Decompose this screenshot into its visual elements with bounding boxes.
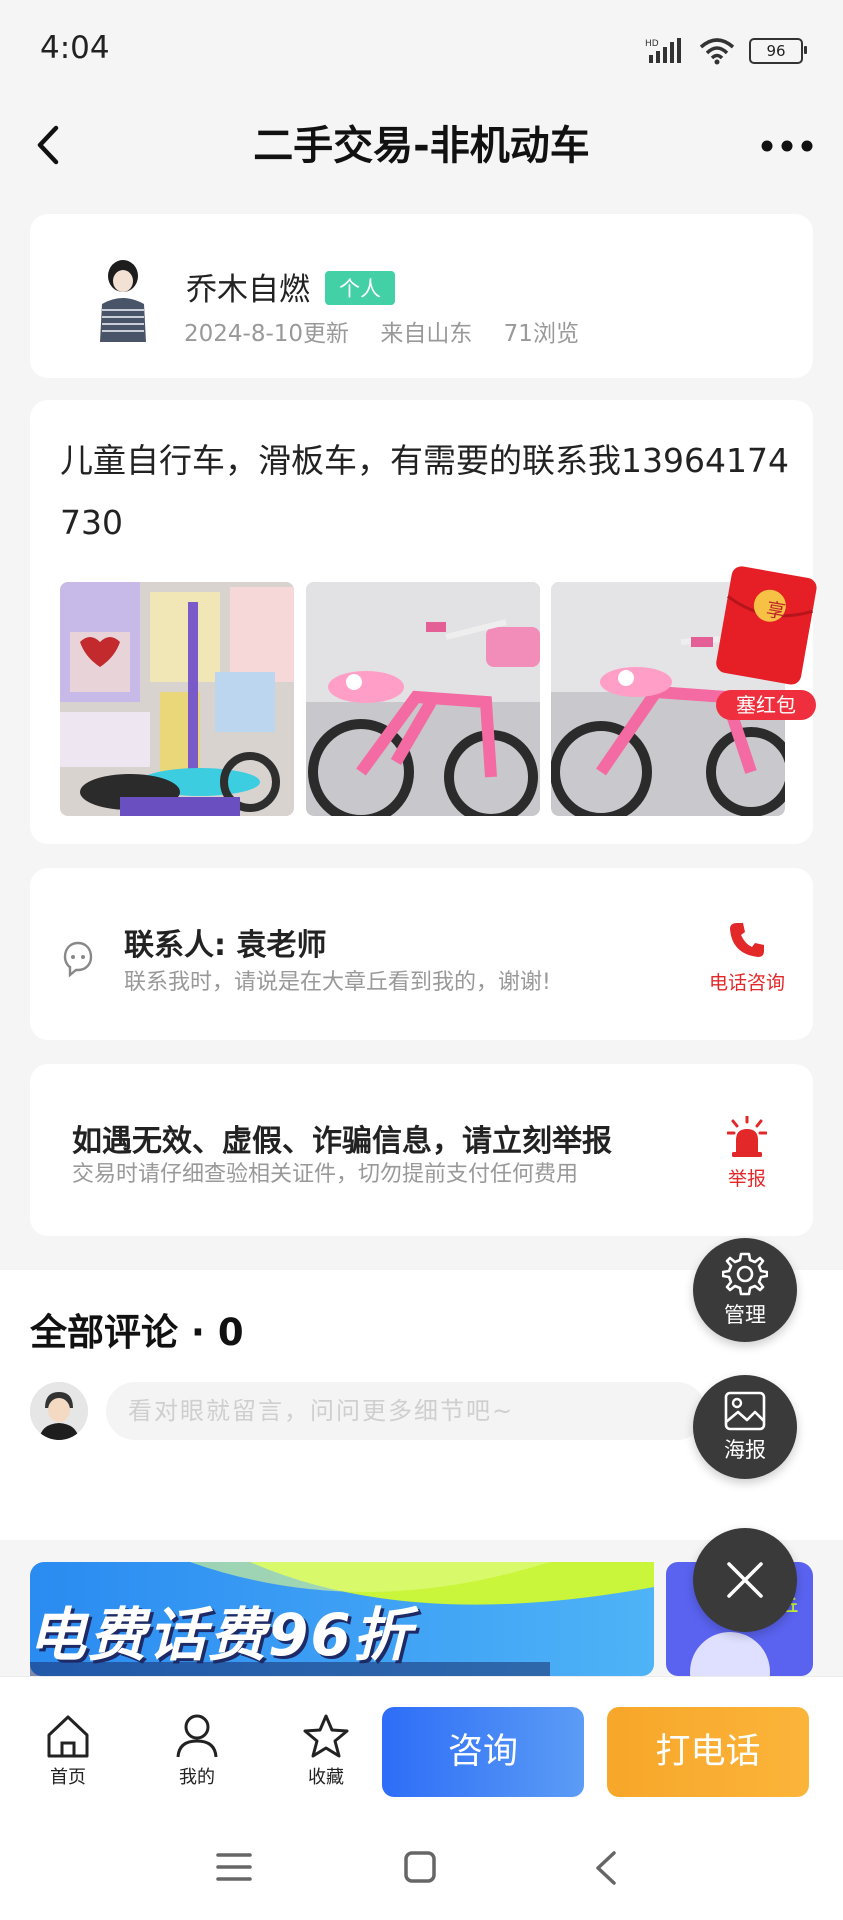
manage-fab[interactable]: 管理	[693, 1238, 797, 1342]
report-label: 举报	[727, 1168, 766, 1190]
report-subtitle: 交易时请仔细查验相关证件，切勿提前支付任何费用	[72, 1162, 579, 1187]
comment-input[interactable]: 看对眼就留言，问问更多细节吧~	[106, 1382, 706, 1440]
contact-hint: 联系我时，请说是在大章丘看到我的，谢谢!	[124, 970, 551, 995]
post-text: 儿童自行车，滑板车，有需要的联系我13964174730	[60, 441, 789, 542]
profile-card: 乔木自燃 个人 2024-8-10更新 来自山东 71浏览	[30, 214, 813, 378]
red-packet-button[interactable]: 享 塞红包	[698, 562, 818, 722]
phone-icon	[730, 923, 764, 957]
battery-level: 96	[766, 42, 786, 60]
close-icon	[727, 1562, 763, 1598]
menu-icon[interactable]	[216, 1850, 252, 1884]
signal-icon: HD	[645, 38, 681, 63]
back-nav-icon[interactable]	[592, 1850, 620, 1886]
nav-favorite[interactable]: 收藏	[286, 1713, 366, 1789]
banner-text: 电费话费96折	[30, 1601, 413, 1669]
image-icon	[724, 1391, 766, 1431]
poster-fab[interactable]: 海报	[693, 1375, 797, 1479]
origin-location: 来自山东	[380, 321, 473, 347]
update-date: 2024-8-10更新	[184, 321, 350, 347]
gear-icon	[722, 1252, 768, 1296]
alarm-icon	[726, 1114, 768, 1157]
close-fab[interactable]	[693, 1528, 797, 1632]
nav-home[interactable]: 首页	[28, 1713, 108, 1789]
status-bar: 4:04 HD 96	[0, 0, 843, 100]
contact-name: 联系人: 袁老师	[124, 928, 327, 963]
call-button[interactable]: 打电话	[607, 1707, 809, 1797]
top-header: 二手交易-非机动车	[0, 100, 843, 192]
user-avatar[interactable]	[88, 254, 158, 344]
report-title: 如遇无效、虚假、诈骗信息，请立刻举报	[72, 1124, 612, 1159]
manage-label: 管理	[724, 1303, 766, 1327]
nav-mine-label: 我的	[179, 1767, 215, 1788]
photo-scooter[interactable]	[60, 582, 294, 816]
view-count: 71浏览	[503, 321, 579, 347]
more-icon[interactable]	[759, 131, 815, 161]
status-icons: HD 96	[645, 34, 807, 68]
phone-consult-label: 电话咨询	[708, 972, 785, 994]
contact-card: 联系人: 袁老师 联系我时，请说是在大章丘看到我的，谢谢! 电话咨询	[30, 868, 813, 1040]
phone-consult-button[interactable]: 电话咨询	[702, 920, 792, 995]
battery-icon: 96	[749, 38, 807, 64]
report-button[interactable]: 举报	[702, 1114, 792, 1191]
consult-button[interactable]: 咨询	[382, 1707, 584, 1797]
nav-home-label: 首页	[50, 1767, 86, 1788]
user-icon	[176, 1714, 218, 1758]
nav-favorite-label: 收藏	[308, 1767, 344, 1788]
page-title: 二手交易-非机动车	[253, 123, 590, 169]
photo-pink-bicycle[interactable]	[306, 582, 540, 816]
star-icon	[303, 1714, 349, 1758]
report-card: 如遇无效、虚假、诈骗信息，请立刻举报 交易时请仔细查验相关证件，切勿提前支付任何…	[30, 1064, 813, 1236]
post-card: 儿童自行车，滑板车，有需要的联系我13964174730	[30, 400, 813, 844]
home-icon	[47, 1715, 89, 1758]
personal-badge: 个人	[325, 271, 395, 305]
contact-icon	[63, 941, 93, 978]
my-avatar	[30, 1382, 88, 1440]
comments-title: 全部评论 · 0	[30, 1311, 244, 1354]
red-packet-label: 塞红包	[736, 693, 796, 717]
back-icon[interactable]	[26, 120, 76, 170]
home-square-icon[interactable]	[403, 1850, 437, 1884]
status-time: 4:04	[40, 30, 110, 66]
network-type: HD	[645, 39, 659, 49]
post-meta: 2024-8-10更新 来自山东 71浏览	[184, 314, 603, 348]
nav-mine[interactable]: 我的	[157, 1713, 237, 1789]
poster-label: 海报	[724, 1438, 766, 1462]
bottom-action-bar: 首页 我的 收藏 咨询 打电话	[0, 1676, 843, 1819]
system-nav-bar	[0, 1818, 843, 1920]
user-name: 乔木自燃	[186, 272, 310, 308]
wifi-icon	[699, 38, 735, 65]
